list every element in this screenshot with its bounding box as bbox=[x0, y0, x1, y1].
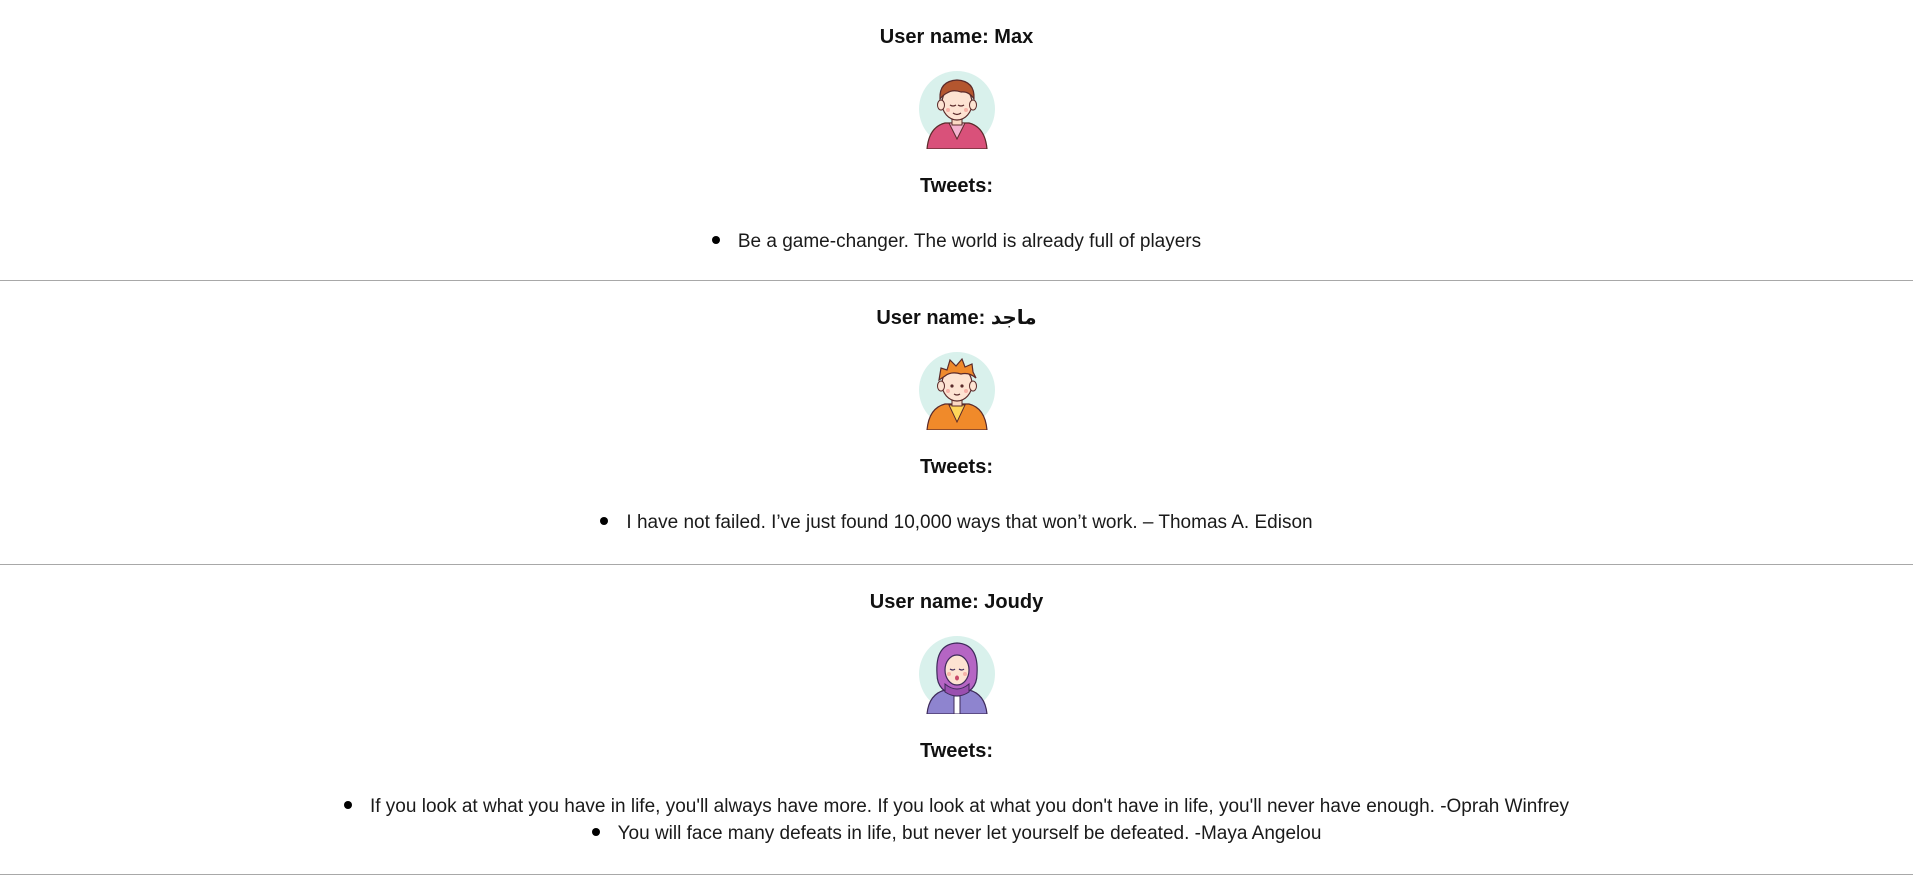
user-name-heading: User name: Joudy bbox=[869, 591, 1044, 613]
tweets-heading: Tweets: bbox=[920, 456, 993, 478]
tweet-item: You will face many defeats in life, but … bbox=[0, 820, 1913, 847]
avatar-container bbox=[0, 69, 1913, 149]
tweet-item: I have not failed. I’ve just found 10,00… bbox=[0, 509, 1913, 536]
tweet-item: If you look at what you have in life, yo… bbox=[0, 793, 1913, 820]
user-name-heading: User name: ماجد bbox=[876, 307, 1037, 329]
avatar-container bbox=[0, 350, 1913, 430]
avatar-container bbox=[0, 634, 1913, 714]
tweet-list: I have not failed. I’ve just found 10,00… bbox=[0, 509, 1913, 542]
tweets-heading: Tweets: bbox=[920, 740, 993, 762]
tweet-text: I have not failed. I’ve just found 10,00… bbox=[626, 512, 1313, 533]
boy-avatar-icon bbox=[918, 71, 995, 149]
tweet-text: Be a game-changer. The world is already … bbox=[737, 231, 1202, 252]
tweet-item: Be a game-changer. The world is already … bbox=[0, 228, 1913, 255]
user-name-heading: User name: Max bbox=[879, 26, 1034, 48]
user-card-max: User name: Max Tweets: Be a game-changer… bbox=[0, 0, 1913, 281]
bullet-icon bbox=[711, 235, 720, 244]
user-card-majed: User name: ماجد Tweets: I have not faile… bbox=[0, 281, 1913, 565]
bullet-icon bbox=[591, 827, 600, 836]
tweet-text: You will face many defeats in life, but … bbox=[617, 823, 1322, 844]
tweet-text: If you look at what you have in life, yo… bbox=[369, 796, 1570, 817]
girl-avatar-icon bbox=[918, 636, 995, 714]
user-card-joudy: User name: Joudy Tweets: If you look at … bbox=[0, 565, 1913, 875]
tweets-heading: Tweets: bbox=[920, 175, 993, 197]
boy-avatar-icon bbox=[918, 352, 995, 430]
bullet-icon bbox=[600, 516, 609, 525]
bullet-icon bbox=[343, 800, 352, 809]
tweet-list: If you look at what you have in life, yo… bbox=[0, 793, 1913, 853]
user-feed: User name: Max Tweets: Be a game-changer… bbox=[0, 0, 1913, 875]
tweet-list: Be a game-changer. The world is already … bbox=[0, 228, 1913, 261]
